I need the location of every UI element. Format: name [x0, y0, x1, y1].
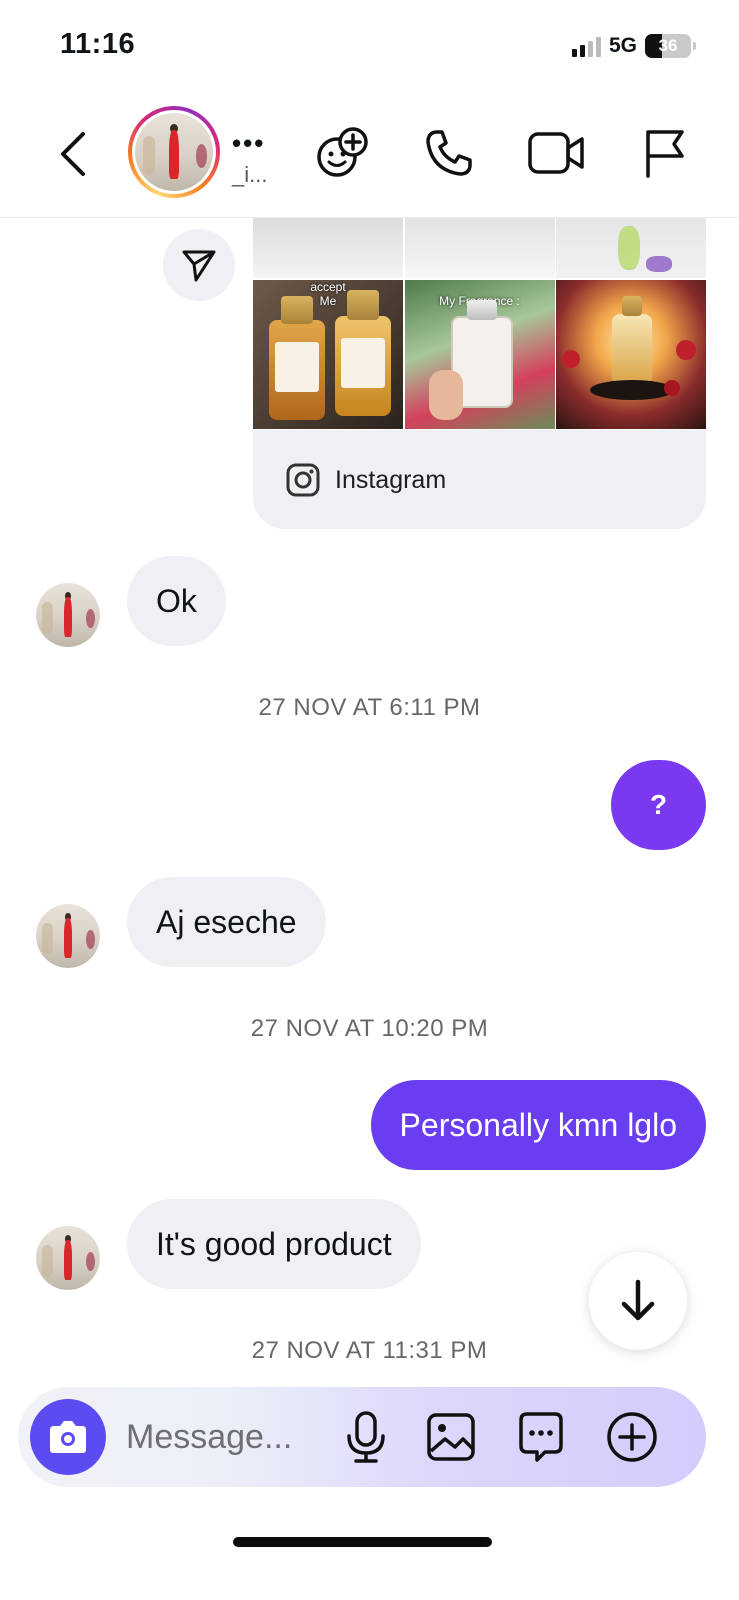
message-bubble-outgoing[interactable]: Personally kmn lglo — [370, 1080, 706, 1170]
message-bubble-outgoing[interactable]: ? — [611, 760, 706, 850]
microphone-icon — [347, 1411, 385, 1463]
status-indicators: 5G 36 — [571, 34, 696, 58]
network-label: 5G — [608, 34, 637, 57]
call-button[interactable] — [418, 122, 480, 184]
phone-icon — [426, 130, 472, 176]
avatar[interactable] — [36, 904, 100, 968]
voice-message-button[interactable] — [336, 1407, 396, 1467]
send-icon — [182, 250, 216, 282]
signal-icon — [571, 35, 601, 57]
chat-header: ••• _i... — [0, 90, 739, 218]
battery-icon: 36 — [645, 34, 696, 58]
more-options-button[interactable] — [602, 1407, 662, 1467]
home-indicator[interactable] — [233, 1537, 492, 1547]
post-thumbnail: accept Me — [253, 280, 403, 429]
message-input[interactable] — [126, 1412, 326, 1462]
post-thumbnail — [253, 218, 403, 278]
gallery-icon — [427, 1413, 475, 1461]
camera-button[interactable] — [30, 1399, 106, 1475]
effects-button[interactable] — [311, 122, 373, 184]
timestamp: 27 NOV AT 6:11 PM — [258, 694, 481, 721]
post-source-label: Instagram — [335, 465, 447, 494]
post-image-grid[interactable]: accept Me My Fragrance : — [253, 218, 706, 430]
status-time: 11:16 — [60, 28, 136, 60]
sticker-button[interactable] — [511, 1407, 571, 1467]
post-thumbnail — [404, 218, 555, 278]
contact-avatar[interactable] — [128, 106, 220, 198]
timestamp: 27 NOV AT 10:20 PM — [250, 1015, 489, 1042]
timestamp: 27 NOV AT 11:31 PM — [251, 1337, 488, 1364]
shared-post-card[interactable]: accept Me My Fragrance : — [253, 218, 706, 529]
post-thumbnail: My Fragrance : — [404, 280, 555, 429]
video-call-button[interactable] — [525, 122, 587, 184]
gallery-button[interactable] — [421, 1407, 481, 1467]
back-button[interactable] — [52, 126, 92, 182]
effects-icon — [317, 127, 368, 177]
video-camera-icon — [528, 132, 584, 174]
message-bubble-incoming[interactable]: Aj eseche — [127, 877, 326, 967]
avatar[interactable] — [36, 1226, 100, 1290]
sticker-icon — [519, 1412, 563, 1462]
post-source: Instagram — [285, 462, 446, 498]
arrow-down-icon — [621, 1279, 655, 1321]
scroll-to-bottom-button[interactable] — [589, 1252, 687, 1350]
contact-username[interactable]: _i... — [232, 162, 267, 188]
share-button[interactable] — [163, 229, 235, 301]
instagram-icon — [286, 463, 320, 497]
camera-icon — [50, 1421, 86, 1453]
battery-level: 36 — [658, 36, 678, 55]
contact-name[interactable]: ••• — [232, 128, 265, 159]
avatar[interactable] — [36, 583, 100, 647]
status-bar: 11:16 5G 36 — [0, 0, 739, 90]
flag-icon — [646, 130, 684, 178]
back-icon — [61, 132, 85, 176]
post-thumbnail — [556, 218, 706, 278]
message-composer — [18, 1387, 706, 1487]
message-bubble-incoming[interactable]: It's good product — [127, 1199, 421, 1289]
report-button[interactable] — [632, 122, 694, 184]
plus-icon — [607, 1412, 657, 1462]
thumbnail-caption: accept Me — [310, 280, 346, 308]
post-thumbnail — [556, 280, 706, 429]
message-bubble-incoming[interactable]: Ok — [127, 556, 226, 646]
